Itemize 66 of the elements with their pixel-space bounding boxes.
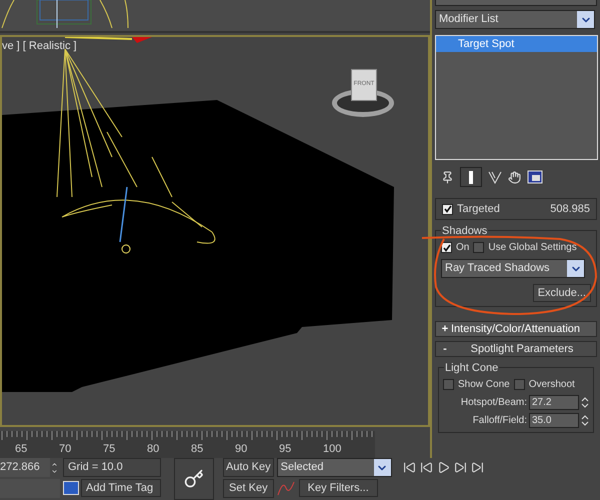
field-label: Falloff/Field: xyxy=(472,414,527,428)
dropdown-value: Ray Traced Shadows xyxy=(444,261,551,276)
field-label: Hotspot/Beam: xyxy=(460,396,527,410)
dropdown-value: Selected xyxy=(280,460,324,476)
modifier-list-dropdown[interactable]: Modifier List xyxy=(435,10,595,29)
shadow-type-dropdown[interactable]: Ray Traced Shadows xyxy=(441,259,585,278)
spinner-arrows-icon[interactable] xyxy=(581,396,589,409)
auto-key-button[interactable]: Auto Key xyxy=(223,458,274,477)
modifier-stack-item[interactable]: Target Spot xyxy=(436,36,597,52)
time-ruler[interactable]: 65 70 75 80 85 90 95 100 xyxy=(0,431,375,458)
next-frame-icon[interactable] xyxy=(454,461,467,474)
checkbox[interactable] xyxy=(514,379,525,390)
rollout-title: Spotlight Parameters xyxy=(470,342,574,357)
checkbox-label: Use Global Settings xyxy=(488,241,577,255)
add-time-tag-button[interactable]: Add Time Tag xyxy=(81,479,161,497)
fork-icon[interactable] xyxy=(488,170,502,184)
set-key-button[interactable]: Set Key xyxy=(223,479,274,498)
show-end-result-button[interactable] xyxy=(460,167,482,187)
checkbox[interactable] xyxy=(442,204,453,214)
dropdown-value: Modifier List xyxy=(438,12,500,28)
checkbox[interactable] xyxy=(443,379,454,390)
group-title: Light Cone xyxy=(444,360,500,376)
targeted-label: Targeted xyxy=(457,202,501,217)
key-icon xyxy=(184,469,204,489)
key-mode-dropdown[interactable]: Selected xyxy=(276,458,392,477)
go-to-start-icon[interactable] xyxy=(402,461,416,474)
spinner-field[interactable]: 35.0 xyxy=(529,413,579,428)
checkbox-label: Show Cone xyxy=(458,378,510,392)
exclude-button[interactable]: Exclude... xyxy=(532,284,591,302)
checkbox-label: On xyxy=(456,241,470,255)
pin-stack-icon[interactable] xyxy=(441,170,454,184)
checkbox-label: Overshoot xyxy=(528,378,575,392)
ruler-label: 85 xyxy=(191,442,204,458)
key-button[interactable] xyxy=(174,458,214,500)
rollout-sign: - xyxy=(442,342,448,357)
checkbox[interactable] xyxy=(441,242,452,253)
checkmark-icon xyxy=(442,244,450,252)
ruler-label: 90 xyxy=(235,442,248,458)
ruler-label: 65 xyxy=(15,442,28,458)
ruler-label: 70 xyxy=(59,442,72,458)
time-tag-icon[interactable] xyxy=(63,481,79,495)
rollout-header[interactable]: + Intensity/Color/Attenuation xyxy=(435,321,597,337)
configure-icon[interactable] xyxy=(527,170,543,184)
ruler-label: 100 xyxy=(323,442,342,458)
coordinate-field[interactable]: 272.866 xyxy=(0,458,50,477)
spinner-field[interactable]: 27.2 xyxy=(529,395,579,410)
previous-frame-icon[interactable] xyxy=(420,461,433,474)
viewport-label[interactable]: ve ] [ Realistic ] xyxy=(2,38,77,54)
name-field[interactable] xyxy=(435,0,597,6)
rollout-header[interactable]: - Spotlight Parameters xyxy=(435,341,597,357)
spinner-arrows-icon[interactable] xyxy=(581,414,589,427)
go-to-end-icon[interactable] xyxy=(470,461,484,474)
ruler-label: 80 xyxy=(147,442,160,458)
bar-icon xyxy=(469,170,473,184)
ruler-label: 75 xyxy=(103,442,116,458)
rollout-title: Intensity/Color/Attenuation xyxy=(451,322,580,337)
target-distance: 508.985 xyxy=(550,202,590,217)
key-filters-button[interactable]: Key Filters... xyxy=(298,479,378,497)
rollout-sign: + xyxy=(440,322,450,337)
play-icon[interactable] xyxy=(436,461,450,474)
checkmark-icon xyxy=(444,205,452,213)
checkbox[interactable] xyxy=(473,242,484,253)
hand-icon[interactable] xyxy=(508,170,521,184)
grid-field[interactable]: Grid = 10.0 xyxy=(63,458,161,477)
modifier-stack-list[interactable]: Target Spot xyxy=(435,35,598,160)
ruler-label: 95 xyxy=(279,442,292,458)
